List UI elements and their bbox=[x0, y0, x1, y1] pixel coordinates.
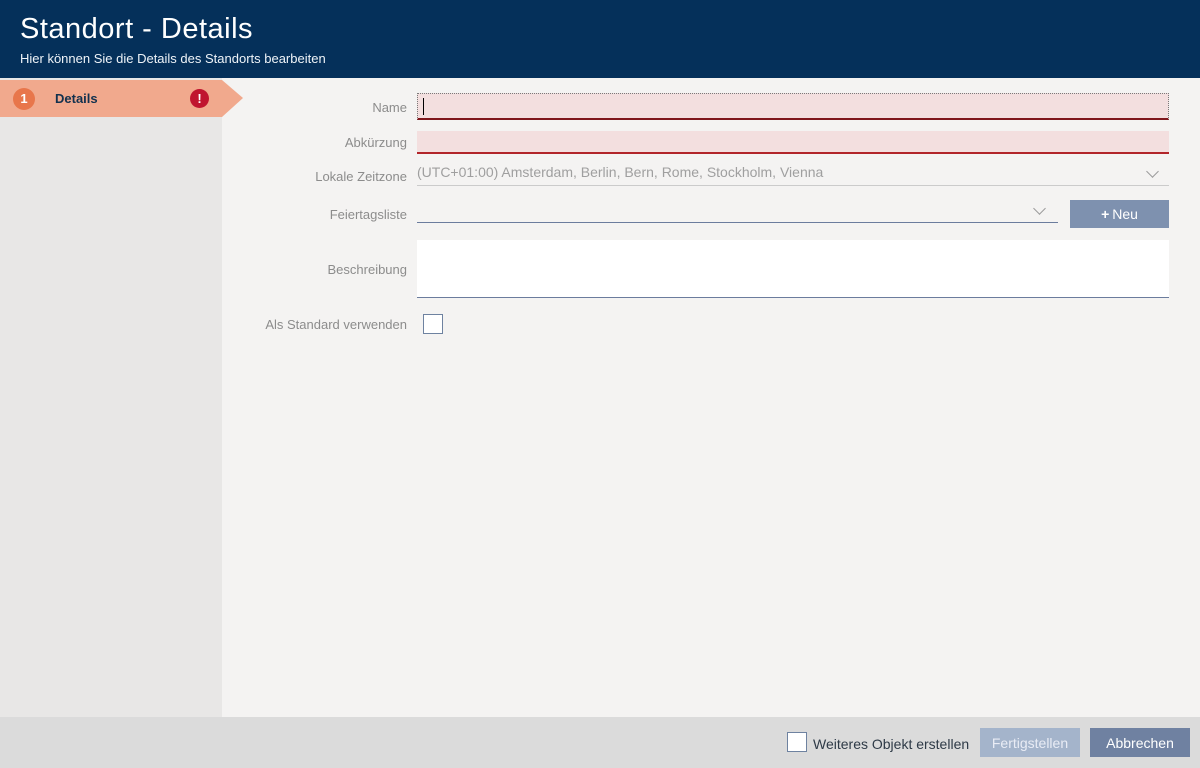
plus-icon: + bbox=[1101, 206, 1109, 222]
chevron-down-icon bbox=[1033, 202, 1046, 215]
cancel-button[interactable]: Abbrechen bbox=[1090, 728, 1190, 757]
timezone-value: (UTC+01:00) Amsterdam, Berlin, Bern, Rom… bbox=[417, 160, 1169, 185]
wizard-sidebar: 1 Details ! bbox=[0, 78, 222, 717]
timezone-label: Lokale Zeitzone bbox=[222, 169, 407, 184]
text-caret bbox=[423, 98, 424, 115]
abbreviation-input[interactable] bbox=[417, 131, 1169, 154]
create-another-checkbox[interactable] bbox=[787, 732, 807, 752]
page-subtitle: Hier können Sie die Details des Standort… bbox=[20, 51, 326, 66]
finish-button[interactable]: Fertigstellen bbox=[980, 728, 1080, 757]
description-label: Beschreibung bbox=[222, 262, 407, 277]
validation-error-icon: ! bbox=[190, 89, 209, 108]
sidebar-step-details[interactable]: 1 Details ! bbox=[0, 80, 222, 117]
create-another-label: Weiteres Objekt erstellen bbox=[813, 736, 969, 752]
description-textarea[interactable] bbox=[417, 240, 1169, 298]
step-label: Details bbox=[55, 91, 98, 106]
page-title: Standort - Details bbox=[20, 13, 253, 46]
new-button-label: Neu bbox=[1112, 206, 1138, 222]
name-label: Name bbox=[222, 100, 407, 115]
timezone-select[interactable]: (UTC+01:00) Amsterdam, Berlin, Bern, Rom… bbox=[417, 160, 1169, 186]
dialog-header: Standort - Details Hier können Sie die D… bbox=[0, 0, 1200, 78]
holiday-list-label: Feiertagsliste bbox=[222, 207, 407, 222]
use-as-default-label: Als Standard verwenden bbox=[222, 317, 407, 332]
new-holiday-list-button[interactable]: +Neu bbox=[1070, 200, 1169, 228]
name-input[interactable] bbox=[417, 93, 1169, 120]
use-as-default-checkbox[interactable] bbox=[423, 314, 443, 334]
abbreviation-label: Abkürzung bbox=[222, 135, 407, 150]
holiday-list-select[interactable] bbox=[417, 197, 1058, 223]
step-number-badge: 1 bbox=[13, 88, 35, 110]
